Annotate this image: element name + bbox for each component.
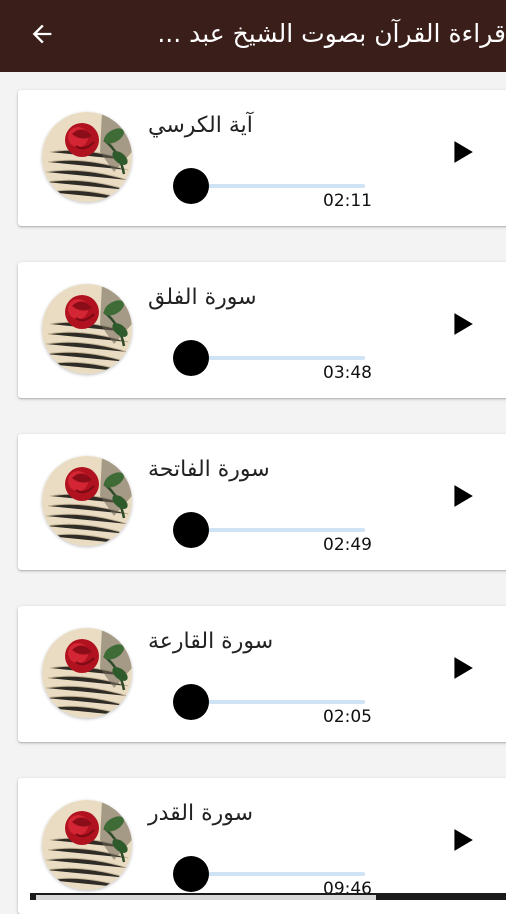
ad-banner[interactable] — [30, 893, 506, 900]
track-duration: 03:48 — [323, 363, 372, 383]
seek-knob[interactable] — [173, 856, 209, 892]
play-icon — [454, 657, 473, 679]
play-icon — [454, 141, 473, 163]
seek-rail — [191, 528, 365, 532]
track-card: آية الكرسي 02:11 — [18, 90, 506, 226]
track-thumbnail — [42, 800, 132, 890]
play-button[interactable] — [444, 822, 480, 858]
play-button[interactable] — [444, 306, 480, 342]
seek-knob[interactable] — [173, 168, 209, 204]
page-title: قراءة القرآن بصوت الشيخ عبد ... — [157, 19, 506, 48]
track-duration: 02:49 — [323, 535, 372, 555]
play-button[interactable] — [444, 478, 480, 514]
track-thumbnail — [42, 112, 132, 202]
play-icon — [454, 829, 473, 851]
seek-knob[interactable] — [173, 684, 209, 720]
track-card: سورة الفاتحة 02:49 — [18, 434, 506, 570]
track-thumbnail — [42, 456, 132, 546]
rose-quran-thumbnail — [42, 112, 132, 202]
track-card: سورة الفلق 03:48 — [18, 262, 506, 398]
track-title: سورة القدر — [148, 801, 254, 826]
track-duration: 02:11 — [323, 191, 372, 211]
track-thumbnail — [42, 284, 132, 374]
track-title: سورة الفاتحة — [148, 457, 270, 482]
play-icon — [454, 313, 473, 335]
track-title: آية الكرسي — [148, 113, 253, 138]
track-duration: 02:05 — [323, 707, 372, 727]
track-thumbnail — [42, 628, 132, 718]
arrow-left-icon — [32, 24, 52, 44]
seek-knob[interactable] — [173, 340, 209, 376]
rose-quran-thumbnail — [42, 800, 132, 890]
ad-banner-content — [36, 895, 376, 900]
seek-rail — [191, 872, 365, 876]
app-bar: قراءة القرآن بصوت الشيخ عبد ... — [0, 0, 506, 72]
seek-rail — [191, 700, 365, 704]
back-button[interactable] — [24, 16, 60, 52]
seek-rail — [191, 184, 365, 188]
track-title: سورة الفلق — [148, 285, 257, 310]
track-card: سورة القارعة 02:05 — [18, 606, 506, 742]
rose-quran-thumbnail — [42, 284, 132, 374]
seek-knob[interactable] — [173, 512, 209, 548]
play-icon — [454, 485, 473, 507]
rose-quran-thumbnail — [42, 456, 132, 546]
track-title: سورة القارعة — [148, 629, 274, 654]
play-button[interactable] — [444, 134, 480, 170]
play-button[interactable] — [444, 650, 480, 686]
rose-quran-thumbnail — [42, 628, 132, 718]
seek-rail — [191, 356, 365, 360]
